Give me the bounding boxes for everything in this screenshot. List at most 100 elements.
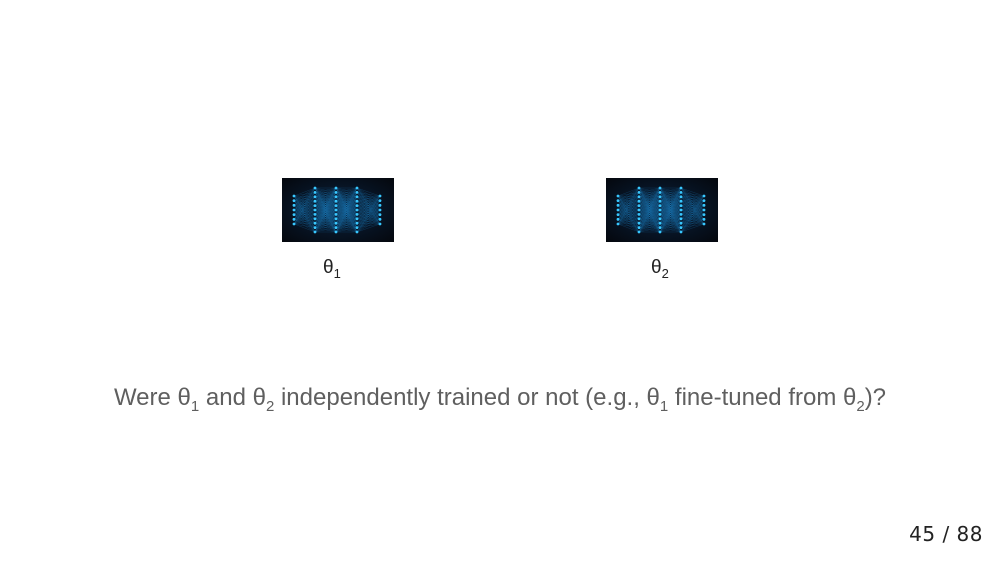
network-node bbox=[292, 217, 296, 221]
network-node bbox=[658, 213, 662, 216]
network-node bbox=[334, 221, 338, 225]
network-node bbox=[658, 195, 662, 199]
network-node bbox=[355, 191, 359, 194]
network-node bbox=[334, 230, 338, 234]
network-node bbox=[658, 230, 662, 234]
network-node bbox=[313, 208, 317, 212]
question-segment: )? bbox=[864, 384, 887, 411]
question-segment: Were θ bbox=[113, 384, 191, 411]
slide: θ1 θ2 Were θ1 and θ2 independently train… bbox=[0, 0, 1000, 563]
network-node bbox=[334, 213, 338, 216]
network-node bbox=[378, 213, 382, 217]
theta-2-label: θ2 bbox=[651, 257, 669, 281]
network-node bbox=[292, 203, 296, 207]
network-node bbox=[334, 217, 338, 221]
network-node bbox=[313, 213, 317, 216]
network-node bbox=[334, 204, 338, 207]
theta-subscript: 2 bbox=[661, 266, 669, 281]
network-node bbox=[355, 213, 359, 216]
network-node bbox=[679, 191, 683, 194]
network-node bbox=[702, 199, 706, 203]
network-node bbox=[679, 217, 683, 221]
network-node bbox=[637, 217, 641, 221]
network-node bbox=[679, 230, 683, 234]
network-node bbox=[334, 195, 338, 199]
network-node bbox=[616, 194, 620, 198]
network-node bbox=[334, 199, 338, 203]
network-node bbox=[637, 230, 641, 234]
network-node bbox=[313, 221, 317, 225]
network-node bbox=[355, 217, 359, 221]
network-node bbox=[355, 199, 359, 203]
network-node bbox=[313, 199, 317, 203]
network-node bbox=[637, 208, 641, 212]
network-node bbox=[334, 191, 338, 194]
question-segment: independently trained or not (e.g., θ bbox=[274, 384, 660, 411]
network-node bbox=[637, 186, 641, 190]
question-segment: fine-tuned from θ bbox=[668, 384, 857, 411]
network-node bbox=[679, 226, 683, 229]
network-node bbox=[334, 186, 338, 190]
network-node bbox=[616, 217, 620, 221]
network-node bbox=[616, 222, 620, 226]
network-node bbox=[679, 208, 683, 212]
network-node bbox=[378, 222, 382, 226]
theta-1-label: θ1 bbox=[323, 257, 341, 280]
network-node bbox=[313, 186, 317, 190]
network-node bbox=[637, 226, 641, 229]
network-node bbox=[679, 213, 683, 216]
theta-symbol: θ bbox=[323, 257, 334, 278]
question-subscript: 1 bbox=[190, 398, 200, 415]
network-node bbox=[616, 213, 620, 217]
network-node bbox=[313, 226, 317, 229]
network-node bbox=[355, 221, 359, 225]
question-subscript: 1 bbox=[659, 398, 669, 415]
theta-symbol: θ bbox=[651, 257, 662, 278]
network-node bbox=[658, 199, 662, 203]
network-node bbox=[702, 217, 706, 221]
neural-network-icon bbox=[292, 186, 382, 234]
network-node bbox=[313, 191, 317, 194]
network-node bbox=[658, 204, 662, 207]
neural-network-image bbox=[606, 178, 718, 242]
network-node bbox=[334, 208, 338, 212]
network-node bbox=[355, 230, 359, 234]
question-subscript: 2 bbox=[856, 398, 865, 415]
network-node bbox=[378, 208, 382, 212]
network-node bbox=[658, 208, 662, 212]
network-node bbox=[702, 222, 706, 226]
network-node bbox=[702, 203, 706, 207]
network-node bbox=[292, 208, 296, 212]
network-node bbox=[637, 199, 641, 203]
network-node bbox=[658, 191, 662, 194]
network-node bbox=[292, 222, 296, 226]
network-node bbox=[679, 199, 683, 203]
page-number: 45 / 88 bbox=[909, 522, 983, 546]
network-node bbox=[679, 221, 683, 225]
network-node bbox=[334, 226, 338, 229]
network-node bbox=[292, 213, 296, 217]
network-node bbox=[658, 221, 662, 225]
network-node bbox=[355, 204, 359, 207]
network-node bbox=[658, 217, 662, 221]
network-node bbox=[378, 217, 382, 221]
network-node bbox=[616, 208, 620, 212]
network-node bbox=[658, 186, 662, 190]
neural-network-icon bbox=[616, 186, 706, 234]
network-node bbox=[355, 208, 359, 212]
network-node bbox=[637, 221, 641, 225]
network-node bbox=[637, 213, 641, 216]
network-node bbox=[292, 199, 296, 203]
network-node bbox=[702, 208, 706, 212]
network-node bbox=[679, 204, 683, 207]
network-node bbox=[702, 194, 706, 198]
question-text: Were θ1 and θ2 independently trained or … bbox=[0, 384, 1000, 415]
network-node bbox=[355, 195, 359, 199]
network-node bbox=[616, 199, 620, 203]
network-node bbox=[378, 194, 382, 198]
network-node bbox=[637, 195, 641, 199]
network-node bbox=[355, 226, 359, 229]
network-node bbox=[313, 195, 317, 199]
network-node bbox=[637, 204, 641, 207]
network-node bbox=[616, 203, 620, 207]
